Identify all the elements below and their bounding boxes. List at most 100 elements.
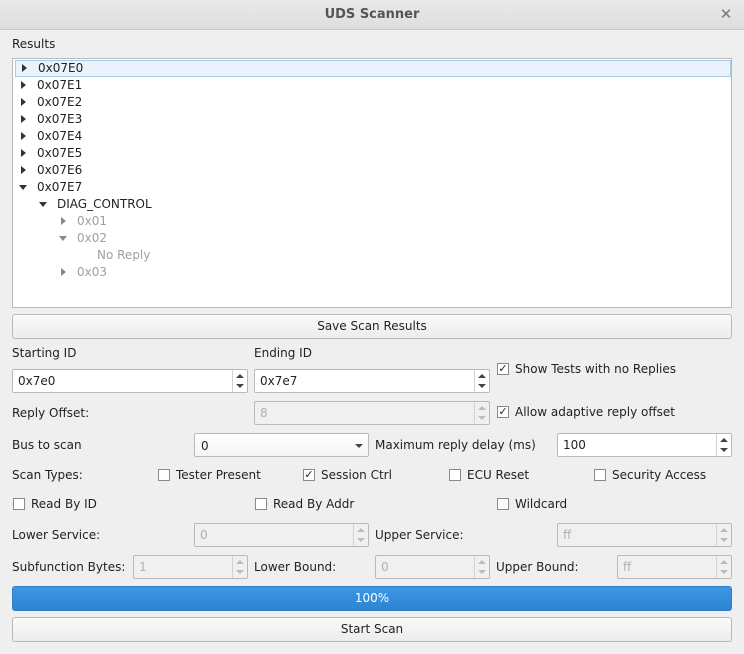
wildcard-label: Wildcard	[515, 497, 568, 511]
tree-row-label: 0x02	[77, 231, 108, 245]
tree-row-label: 0x07E3	[37, 112, 83, 126]
expand-right-icon[interactable]	[61, 268, 66, 276]
tree-row[interactable]: 0x07E0	[15, 60, 731, 77]
down-arrow-icon[interactable]	[236, 384, 244, 388]
tree-row[interactable]: DIAG_CONTROL	[15, 196, 197, 213]
subfunction-bytes-label: Subfunction Bytes:	[12, 560, 126, 574]
subfunction-bytes-spinbox: 1	[133, 555, 248, 579]
expand-right-icon[interactable]	[21, 98, 26, 106]
expand-right-icon[interactable]	[61, 217, 66, 225]
read-by-id-checkbox[interactable]	[13, 498, 25, 510]
max-delay-stepper[interactable]	[716, 434, 731, 456]
adaptive-offset-checkbox[interactable]: ✓	[497, 406, 509, 418]
subfunction-bytes-stepper	[232, 556, 247, 578]
up-arrow-icon[interactable]	[478, 374, 486, 378]
close-icon[interactable]: ✕	[716, 4, 736, 24]
max-delay-label: Maximum reply delay (ms)	[375, 438, 536, 452]
scan-types-label: Scan Types:	[12, 468, 83, 482]
tree-row-label: 0x07E2	[37, 95, 83, 109]
max-delay-value: 100	[563, 438, 586, 452]
session-ctrl-checkbox[interactable]: ✓	[303, 469, 315, 481]
bus-select-value: 0	[201, 439, 209, 453]
tree-row-label: 0x07E7	[37, 180, 83, 194]
chevron-down-icon[interactable]	[355, 444, 363, 448]
scan-progress-bar: 100%	[12, 586, 732, 611]
tree-row[interactable]: 0x03	[15, 264, 217, 281]
lower-service-stepper	[353, 524, 368, 546]
start-scan-button[interactable]: Start Scan	[12, 617, 732, 642]
upper-service-label: Upper Service:	[375, 528, 464, 542]
expand-right-icon[interactable]	[21, 115, 26, 123]
tree-row[interactable]: 0x01	[15, 213, 217, 230]
tree-row-label: No Reply	[97, 248, 151, 262]
down-arrow-icon	[236, 570, 244, 574]
tree-row[interactable]: No Reply	[15, 247, 237, 264]
expand-right-icon[interactable]	[21, 149, 26, 157]
expand-down-icon[interactable]	[59, 236, 67, 241]
expand-down-icon[interactable]	[39, 202, 47, 207]
lower-bound-value: 0	[381, 560, 389, 574]
lower-service-label: Lower Service:	[12, 528, 101, 542]
lower-bound-stepper	[474, 556, 489, 578]
read-by-id-label: Read By ID	[31, 497, 97, 511]
tree-row[interactable]: 0x07E5	[15, 145, 177, 162]
expand-right-icon[interactable]	[21, 81, 26, 89]
ending-id-stepper[interactable]	[474, 370, 489, 392]
save-scan-results-button[interactable]: Save Scan Results	[12, 314, 732, 339]
tree-row-label: 0x07E0	[38, 61, 84, 75]
lower-bound-label: Lower Bound:	[254, 560, 337, 574]
tree-row-label: 0x07E1	[37, 78, 83, 92]
upper-service-value: ff	[563, 528, 572, 542]
up-arrow-icon	[236, 560, 244, 564]
tree-row[interactable]: 0x07E7	[15, 179, 177, 196]
expand-right-icon[interactable]	[21, 166, 26, 174]
upper-service-spinbox: ff	[557, 523, 732, 547]
upper-bound-label: Upper Bound:	[496, 560, 579, 574]
up-arrow-icon[interactable]	[720, 438, 728, 442]
tester-present-checkbox[interactable]	[158, 469, 170, 481]
security-access-label: Security Access	[612, 468, 707, 482]
up-arrow-icon[interactable]	[236, 374, 244, 378]
tree-row[interactable]: 0x07E6	[15, 162, 177, 179]
tree-row[interactable]: 0x07E1	[15, 77, 177, 94]
tester-present-label: Tester Present	[176, 468, 261, 482]
window-title: UDS Scanner	[324, 7, 420, 22]
starting-id-value: 0x7e0	[18, 374, 56, 388]
max-delay-spinbox[interactable]: 100	[557, 433, 732, 457]
bus-label: Bus to scan	[12, 438, 82, 452]
progress-text: 100%	[354, 591, 390, 605]
bus-select[interactable]: 0	[194, 433, 369, 457]
starting-id-spinbox[interactable]: 0x7e0	[12, 369, 248, 393]
adaptive-offset-label: Allow adaptive reply offset	[515, 405, 675, 419]
down-arrow-icon[interactable]	[478, 384, 486, 388]
tree-row-label: 0x07E4	[37, 129, 83, 143]
tree-row[interactable]: 0x07E4	[15, 128, 177, 145]
wildcard-checkbox[interactable]	[497, 498, 509, 510]
expand-down-icon[interactable]	[19, 185, 27, 190]
up-arrow-icon	[720, 560, 728, 564]
up-arrow-icon	[357, 528, 365, 532]
read-by-addr-checkbox[interactable]	[255, 498, 267, 510]
down-arrow-icon	[357, 538, 365, 542]
down-arrow-icon[interactable]	[720, 448, 728, 452]
tree-row[interactable]: 0x02	[15, 230, 217, 247]
read-by-addr-label: Read By Addr	[273, 497, 355, 511]
starting-id-stepper[interactable]	[232, 370, 247, 392]
down-arrow-icon	[720, 538, 728, 542]
ecu-reset-label: ECU Reset	[467, 468, 530, 482]
lower-bound-spinbox: 0	[375, 555, 490, 579]
upper-bound-stepper	[716, 556, 731, 578]
show-no-replies-checkbox[interactable]: ✓	[497, 363, 509, 375]
reply-offset-value: 8	[260, 406, 268, 420]
expand-right-icon[interactable]	[21, 132, 26, 140]
expand-right-icon[interactable]	[22, 64, 27, 72]
security-access-checkbox[interactable]	[594, 469, 606, 481]
results-tree[interactable]: 0x07E0 0x07E1 0x07E2 0x07E3 0x07E4 0x07E5 0x07…	[12, 58, 732, 308]
tree-row[interactable]: 0x07E2	[15, 94, 177, 111]
lower-service-value: 0	[200, 528, 208, 542]
tree-row[interactable]: 0x07E3	[15, 111, 177, 128]
reply-offset-label: Reply Offset:	[12, 406, 90, 420]
ending-id-spinbox[interactable]: 0x7e7	[254, 369, 490, 393]
tree-row-label: 0x07E5	[37, 146, 83, 160]
ecu-reset-checkbox[interactable]	[449, 469, 461, 481]
